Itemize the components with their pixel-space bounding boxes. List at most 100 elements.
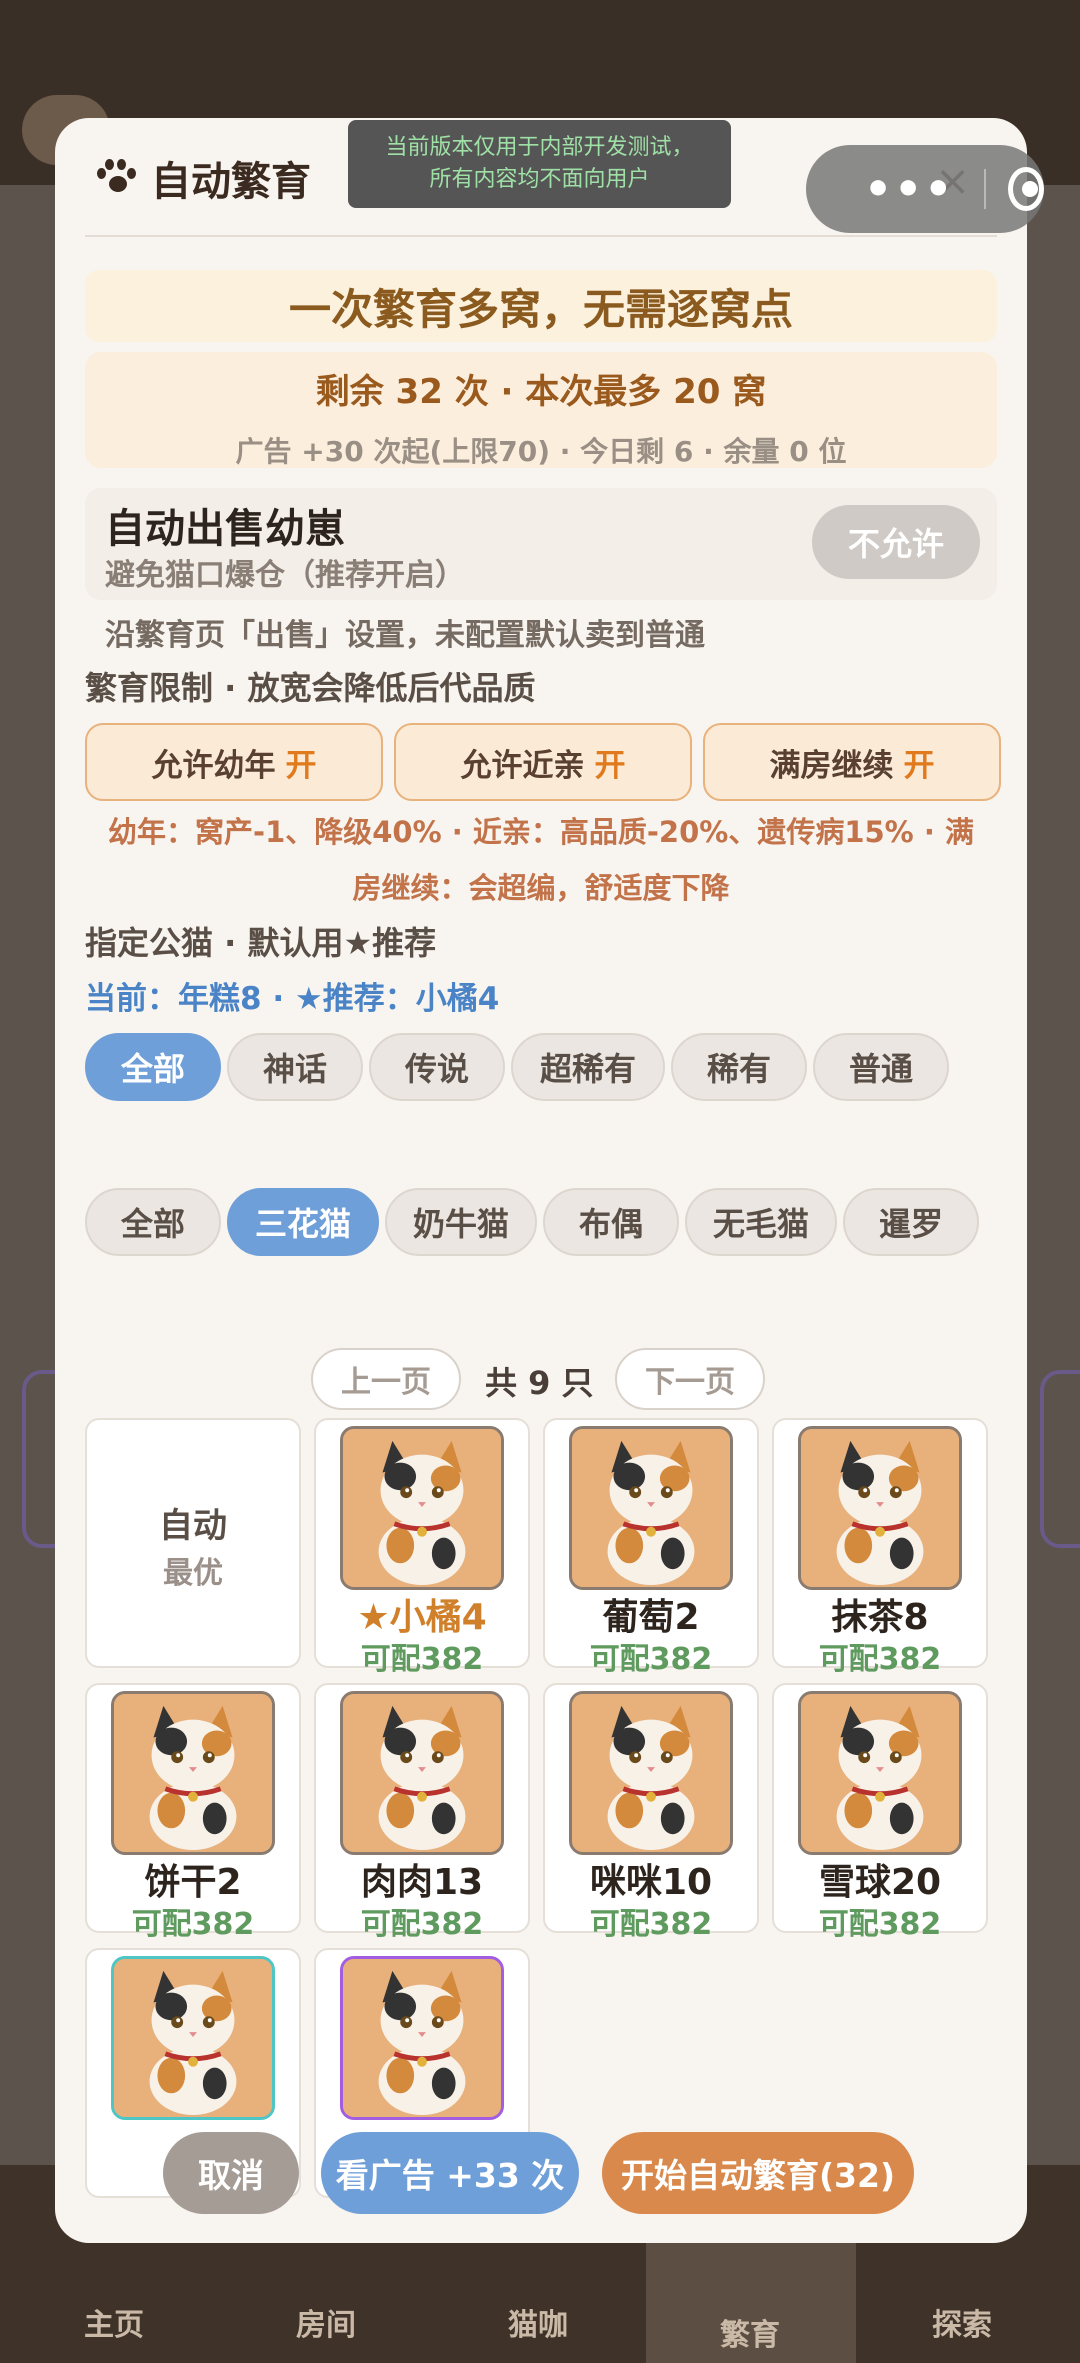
toggle-label: 允许近亲 [460, 747, 585, 784]
dev-banner-line: 当前版本仅用于内部开发测试， [385, 135, 694, 160]
modal-header: 自动繁育 [95, 148, 311, 208]
cat-portrait [340, 1956, 504, 2120]
cat-portrait-svg [343, 1959, 501, 2117]
quota-remaining: 剩余 32 次 · 本次最多 20 窝 [315, 372, 767, 412]
prev-page-button[interactable]: 上一页 [311, 1348, 461, 1410]
dev-banner: 当前版本仅用于内部开发测试， 所有内容均不面向用户 [348, 120, 731, 208]
warning-line: 幼年：窝产-1、降级40% · 近亲：高品质-20%、遗传病15% · 满 [108, 815, 974, 849]
cat-portrait-svg [114, 1694, 272, 1852]
cat-portrait-svg [801, 1694, 959, 1852]
quota-panel: 剩余 32 次 · 本次最多 20 窝 广告 +30 次起(上限70) · 今日… [85, 352, 997, 468]
cat-pair-count: 可配382 [818, 1642, 942, 1677]
cat-pair-count: 可配382 [589, 1642, 713, 1677]
watch-ad-button[interactable]: 看广告 +33 次 [321, 2132, 579, 2214]
breed-filter-sphynx[interactable]: 无毛猫 [685, 1188, 837, 1256]
hero-banner: 一次繁育多窝，无需逐窝点 [85, 270, 997, 342]
cat-portrait [569, 1426, 733, 1590]
breed-filter-siamese[interactable]: 暹罗 [843, 1188, 979, 1256]
rarity-filter-mythic[interactable]: 神话 [227, 1033, 363, 1101]
breed-limits-label: 繁育限制 · 放宽会降低后代品质 [85, 669, 536, 707]
cat-portrait-svg [572, 1429, 730, 1587]
cat-card[interactable]: 抹茶8 可配382 [772, 1418, 988, 1677]
tab-rooms[interactable]: 房间 [296, 2300, 356, 2344]
cat-pair-count: 可配382 [818, 1907, 942, 1942]
tab-explore[interactable]: 探索 [932, 2300, 992, 2344]
cat-name: 葡萄2 [602, 1597, 700, 1638]
miniprogram-capsule: ••• [806, 145, 1044, 233]
cat-name: 肉肉13 [360, 1862, 484, 1903]
tab-cafe[interactable]: 猫咖 [508, 2300, 568, 2344]
more-icon[interactable]: ••• [864, 164, 954, 215]
cat-card[interactable]: 葡萄2 可配382 [543, 1418, 759, 1677]
auto-sell-toggle-button[interactable]: 不允许 [812, 505, 980, 579]
cat-portrait [340, 1691, 504, 1855]
cat-pair-count: 可配382 [589, 1907, 713, 1942]
rarity-filter-legendary[interactable]: 传说 [369, 1033, 505, 1101]
capsule-divider [984, 169, 986, 209]
toggle-state: 开 [594, 747, 626, 784]
auto-sell-subtitle: 避免猫口爆仓（推荐开启） [105, 558, 465, 593]
cat-name: 饼干2 [144, 1862, 242, 1903]
limits-warning: 幼年：窝产-1、降级40% · 近亲：高品质-20%、遗传病15% · 满 房继… [85, 804, 997, 916]
toggle-label: 满房继续 [769, 747, 894, 784]
rarity-filter-super-rare[interactable]: 超稀有 [511, 1033, 665, 1101]
pager-total: 共 9 只 [485, 1364, 594, 1402]
cat-card[interactable]: 肉肉13 可配382 [314, 1683, 530, 1942]
auto-sell-title: 自动出售幼崽 [105, 506, 345, 552]
auto-breed-modal: 自动繁育 × 一次繁育多窝，无需逐窝点 剩余 32 次 · 本次最多 20 窝 … [55, 118, 1027, 2243]
continue-when-full-toggle[interactable]: 满房继续 开 [703, 723, 1001, 801]
cancel-button[interactable]: 取消 [163, 2132, 299, 2214]
next-page-button[interactable]: 下一页 [615, 1348, 765, 1410]
warning-line: 房继续：会超编，舒适度下降 [352, 871, 730, 905]
cat-portrait [340, 1426, 504, 1590]
toggle-state: 开 [285, 747, 317, 784]
auto-select-label: 自动 [159, 1506, 227, 1546]
cat-portrait-svg [572, 1694, 730, 1852]
quota-ad-info: 广告 +30 次起(上限70) · 今日剩 6 · 余量 0 位 [235, 435, 847, 468]
cat-portrait-svg [114, 1959, 272, 2117]
paw-icon [95, 156, 139, 200]
exit-target-icon[interactable] [1007, 167, 1044, 211]
breed-filter-calico[interactable]: 三花猫 [227, 1188, 379, 1256]
cat-name: 抹茶8 [831, 1597, 929, 1638]
cat-name: ★小橘4 [357, 1597, 487, 1638]
cat-portrait-svg [343, 1694, 501, 1852]
modal-title: 自动繁育 [151, 159, 311, 205]
cat-card[interactable]: 雪球20 可配382 [772, 1683, 988, 1942]
toggle-state: 开 [903, 747, 935, 784]
allow-juvenile-toggle[interactable]: 允许幼年 开 [85, 723, 383, 801]
cat-portrait [569, 1691, 733, 1855]
auto-select-sublabel: 最优 [163, 1556, 223, 1591]
tab-home[interactable]: 主页 [84, 2300, 144, 2344]
breed-filter-ragdoll[interactable]: 布偶 [543, 1188, 679, 1256]
auto-sell-card: 自动出售幼崽 避免猫口爆仓（推荐开启） 不允许 [85, 488, 997, 600]
cat-name: 雪球20 [818, 1862, 942, 1903]
rarity-filter-all[interactable]: 全部 [85, 1033, 221, 1101]
divider [85, 235, 997, 237]
breed-filter-all[interactable]: 全部 [85, 1188, 221, 1256]
cat-pair-count: 可配382 [360, 1642, 484, 1677]
cat-card[interactable]: 饼干2 可配382 [85, 1683, 301, 1942]
cat-pair-count: 可配382 [360, 1907, 484, 1942]
cat-card[interactable]: ★小橘4 可配382 [314, 1418, 530, 1677]
cat-portrait [111, 1956, 275, 2120]
auto-sell-hint: 沿繁育页「出售」设置，未配置默认卖到普通 [105, 618, 705, 653]
sire-current: 当前：年糕8 · ★推荐：小橘4 [85, 981, 500, 1017]
allow-inbreeding-toggle[interactable]: 允许近亲 开 [394, 723, 692, 801]
cat-portrait [111, 1691, 275, 1855]
toggle-label: 允许幼年 [151, 747, 276, 784]
breed-filter-tuxedo[interactable]: 奶牛猫 [385, 1188, 537, 1256]
cat-name: 咪咪10 [589, 1862, 713, 1903]
dev-banner-line: 所有内容均不面向用户 [429, 167, 650, 192]
cat-pair-count: 可配382 [131, 1907, 255, 1942]
cat-portrait [798, 1426, 962, 1590]
sire-label: 指定公猫 · 默认用★推荐 [85, 924, 437, 962]
tab-breeding[interactable]: 繁育 [720, 2310, 780, 2354]
cat-portrait-svg [343, 1429, 501, 1587]
auto-select-cell[interactable]: 自动 最优 [85, 1418, 301, 1668]
cat-card[interactable]: 咪咪10 可配382 [543, 1683, 759, 1942]
cat-portrait-svg [801, 1429, 959, 1587]
rarity-filter-rare[interactable]: 稀有 [671, 1033, 807, 1101]
rarity-filter-common[interactable]: 普通 [813, 1033, 949, 1101]
start-auto-breed-button[interactable]: 开始自动繁育(32) [602, 2132, 914, 2214]
